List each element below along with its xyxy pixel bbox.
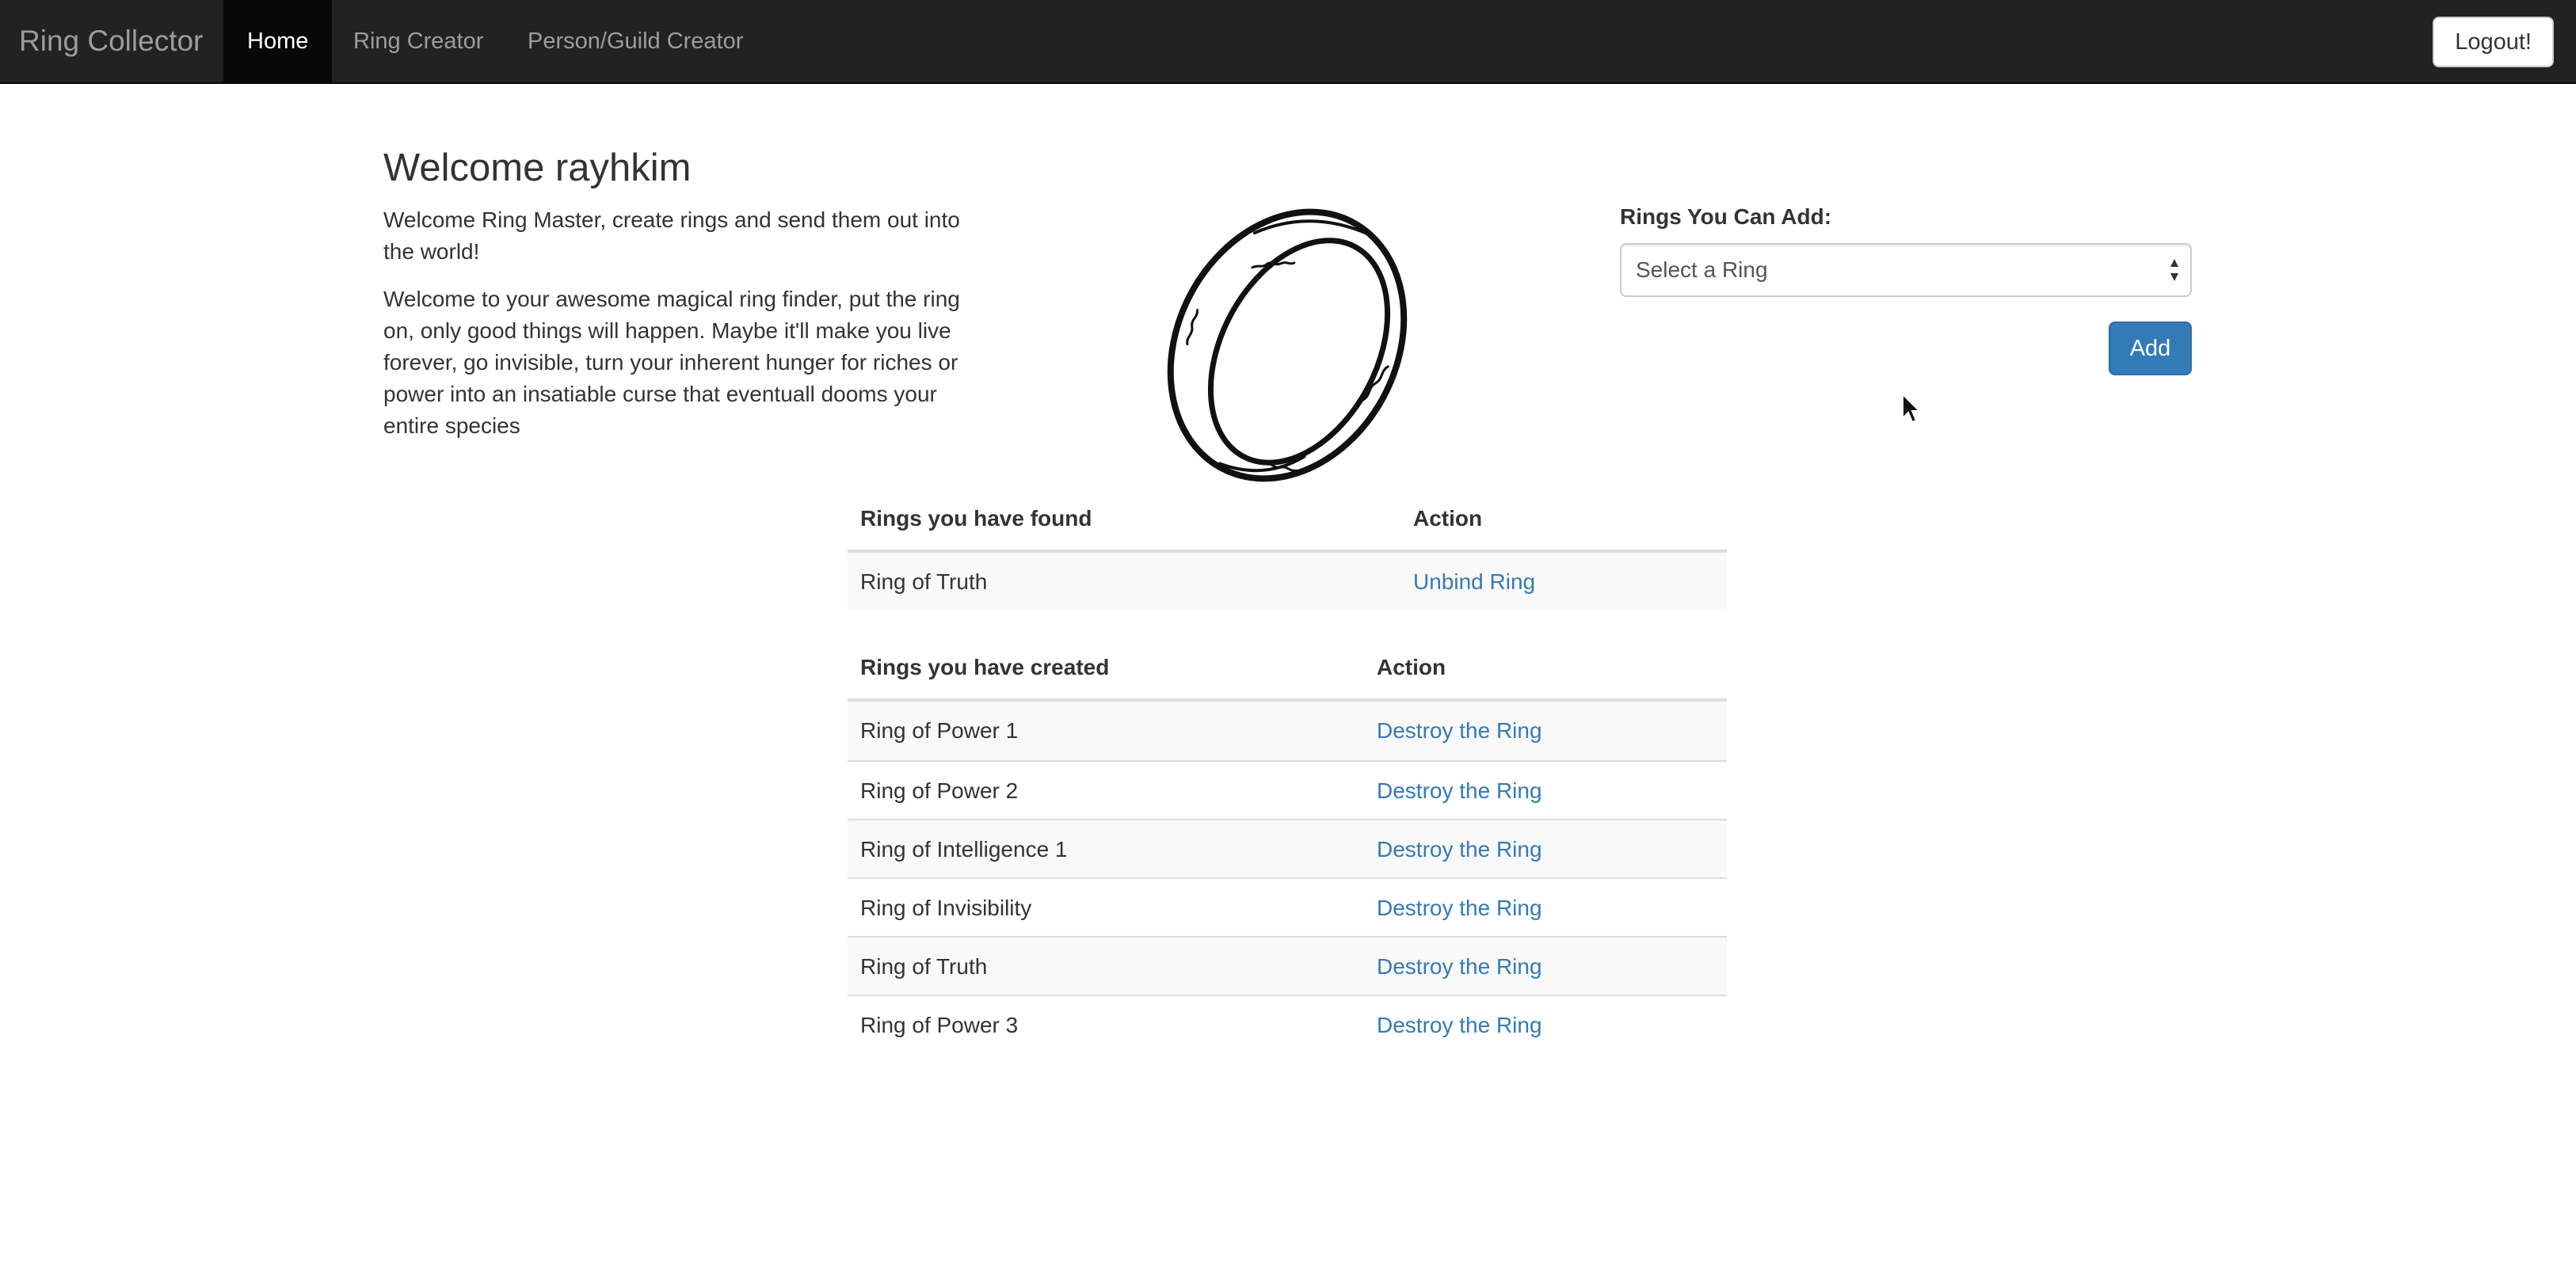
- nav-item-home[interactable]: Home: [223, 0, 333, 82]
- ring-name: Ring of Intelligence 1: [860, 837, 1068, 862]
- logout-button[interactable]: Logout!: [2433, 17, 2554, 67]
- add-ring-button[interactable]: Add: [2109, 321, 2192, 375]
- table-row: Ring of Intelligence 1 Destroy the Ring: [848, 819, 1727, 877]
- found-rings-table: Rings you have found Action Ring of Trut…: [848, 485, 1727, 611]
- found-rings-action-header: Action: [1413, 506, 1483, 531]
- ring-select[interactable]: Select a Ring: [1620, 243, 2192, 297]
- found-rings-table-header: Rings you have found Action: [848, 485, 1727, 553]
- destroy-ring-link[interactable]: Destroy the Ring: [1377, 702, 1542, 760]
- table-row: Ring of Truth Unbind Ring: [848, 553, 1727, 611]
- ring-name: Ring of Power 1: [860, 718, 1019, 743]
- created-rings-name-header: Rings you have created: [860, 655, 1110, 679]
- ring-name: Ring of Power 3: [860, 1013, 1019, 1037]
- unbind-ring-link[interactable]: Unbind Ring: [1413, 553, 1535, 611]
- welcome-description-text: Welcome to your awesome magical ring fin…: [383, 287, 960, 438]
- ring-name: Ring of Power 2: [860, 778, 1019, 803]
- destroy-ring-link[interactable]: Destroy the Ring: [1377, 820, 1542, 879]
- found-rings-name-header: Rings you have found: [860, 506, 1092, 531]
- table-row: Ring of Power 3 Destroy the Ring: [848, 995, 1727, 1053]
- select-arrows-icon: [2170, 259, 2178, 281]
- ring-select-value: Select a Ring: [1636, 257, 1768, 282]
- table-row: Ring of Power 2 Destroy the Ring: [848, 760, 1727, 819]
- rings-you-can-add-label: Rings You Can Add:: [1620, 204, 1832, 229]
- ring-name: Ring of Invisibility: [860, 896, 1032, 920]
- page-title: Welcome rayhkim: [383, 146, 692, 189]
- created-rings-table: Rings you have created Action Ring of Po…: [848, 633, 1727, 1053]
- nav-item-ring-creator[interactable]: Ring Creator: [330, 0, 507, 82]
- created-rings-action-header: Action: [1377, 655, 1446, 679]
- table-row: Ring of Invisibility Destroy the Ring: [848, 877, 1727, 936]
- nav-item-person-guild-creator[interactable]: Person/Guild Creator: [504, 0, 767, 82]
- one-ring-image: [1167, 208, 1408, 482]
- table-row: Ring of Power 1 Destroy the Ring: [848, 702, 1727, 760]
- created-rings-table-header: Rings you have created Action: [848, 633, 1727, 702]
- table-row: Ring of Truth Destroy the Ring: [848, 936, 1727, 995]
- destroy-ring-link[interactable]: Destroy the Ring: [1377, 938, 1542, 996]
- top-navbar: Ring Collector Home Ring Creator Person/…: [0, 0, 2576, 84]
- mouse-cursor-icon: [1902, 393, 1922, 424]
- ring-name: Ring of Truth: [860, 569, 988, 594]
- ring-name: Ring of Truth: [860, 954, 988, 979]
- destroy-ring-link[interactable]: Destroy the Ring: [1377, 996, 1542, 1055]
- brand-logo[interactable]: Ring Collector: [19, 0, 203, 82]
- destroy-ring-link[interactable]: Destroy the Ring: [1377, 762, 1542, 820]
- welcome-intro-text: Welcome Ring Master, create rings and se…: [383, 207, 960, 264]
- destroy-ring-link[interactable]: Destroy the Ring: [1377, 879, 1542, 938]
